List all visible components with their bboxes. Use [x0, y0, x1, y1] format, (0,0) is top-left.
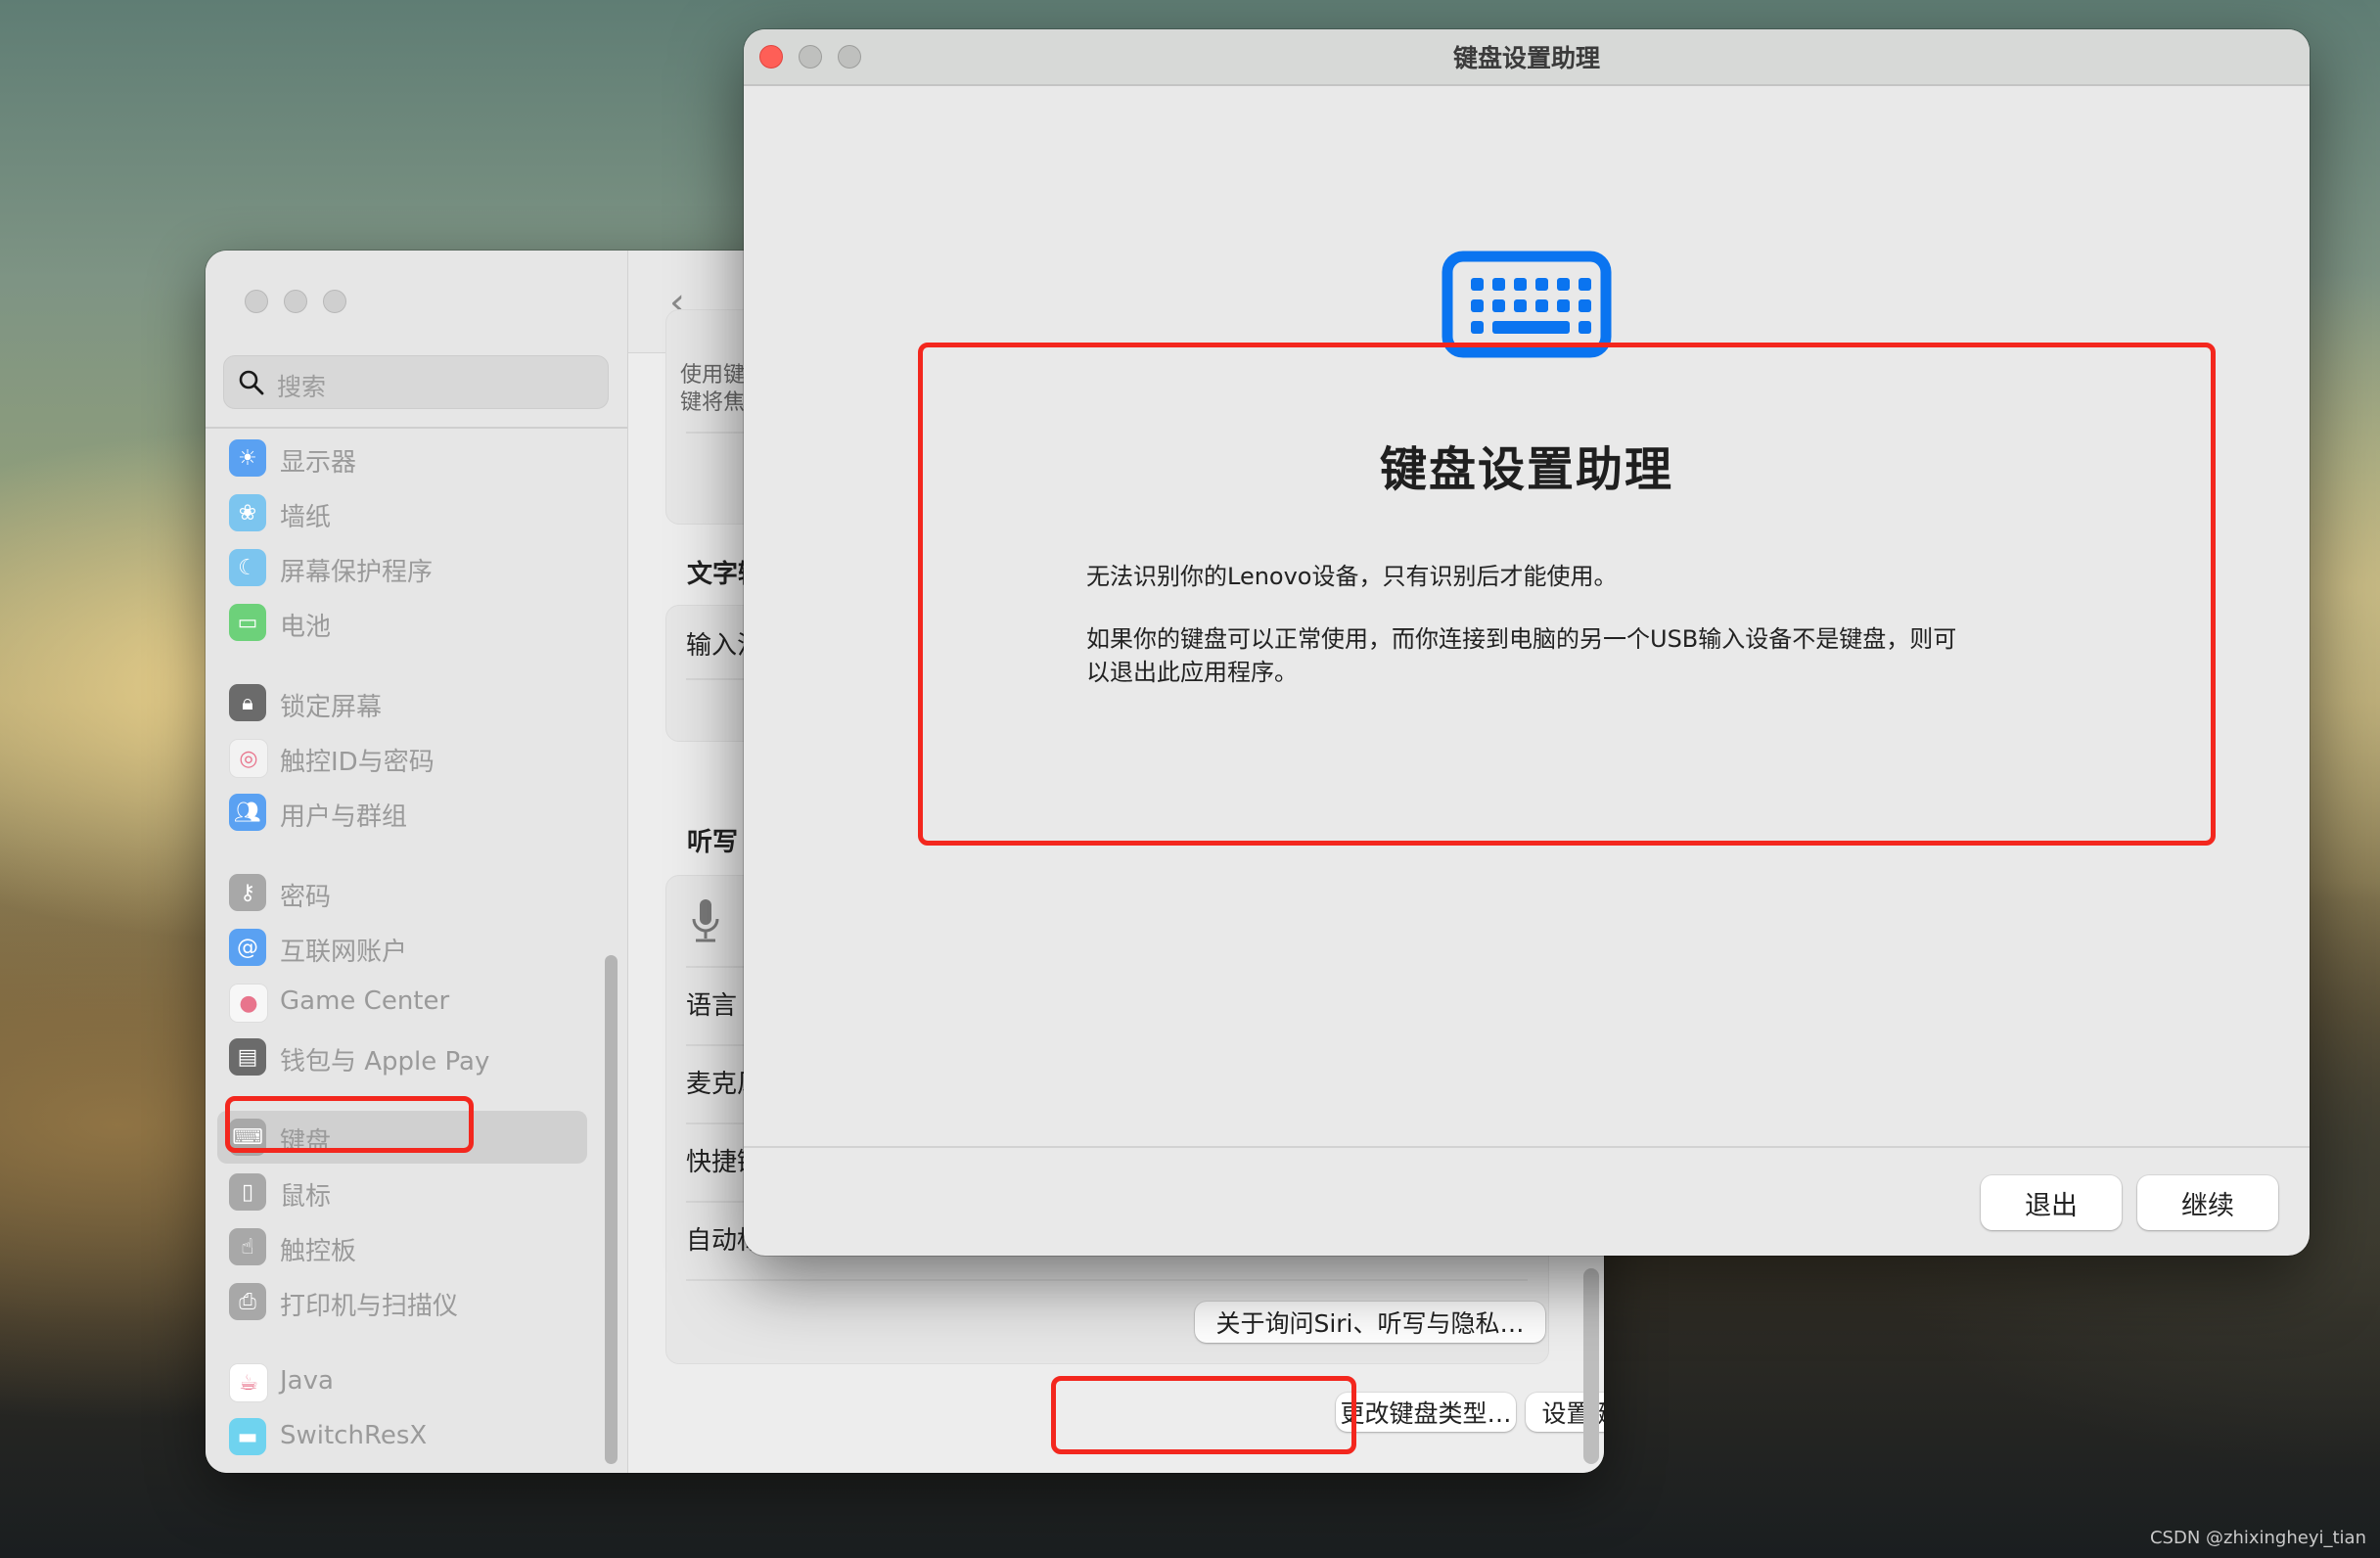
sidebar-item-label: 触控板	[280, 1237, 357, 1266]
sidebar-item-label: 墙纸	[280, 503, 332, 532]
sidebar-item-label: 键盘	[280, 1127, 332, 1157]
key-icon: ⚷	[229, 874, 266, 911]
sidebar-item[interactable]: @ 互联网账户	[217, 921, 591, 974]
mouse-icon: ▯	[229, 1173, 266, 1211]
game-center-icon: ●	[229, 984, 268, 1023]
printer-icon: ⎙	[229, 1283, 266, 1320]
sidebar-item-label: 锁定屏幕	[280, 693, 383, 722]
assistant-heading: 键盘设置助理	[1379, 442, 1673, 497]
sidebar-item-label: 电池	[280, 613, 332, 642]
fingerprint-icon: ◎	[229, 739, 268, 778]
key	[1471, 278, 1484, 291]
key	[1579, 321, 1591, 334]
sidebar-item[interactable]: ☝ 触控板	[217, 1220, 591, 1273]
sidebar-divider	[206, 427, 627, 429]
key	[1471, 321, 1484, 334]
partial-text-2: 键将焦	[680, 390, 746, 415]
key	[1514, 299, 1527, 312]
language-label: 语言	[686, 991, 738, 1021]
sidebar-item-label: 用户与群组	[280, 802, 408, 832]
sidebar-item[interactable]: ▭ 电池	[217, 596, 591, 649]
search-icon	[239, 370, 264, 395]
zoom-button[interactable]	[323, 290, 346, 313]
sidebar-item-label: SwitchResX	[280, 1421, 428, 1450]
sidebar-item-label: 触控ID与密码	[280, 748, 435, 777]
key	[1492, 299, 1505, 312]
title-bar: 键盘设置助理	[744, 29, 2310, 86]
key	[1579, 299, 1591, 312]
key	[1557, 299, 1570, 312]
sidebar-item[interactable]: ❀ 墙纸	[217, 486, 591, 539]
sidebar-item-label: 显示器	[280, 448, 357, 478]
change-keyboard-type-button[interactable]: 更改键盘类型…	[1336, 1393, 1516, 1432]
sidebar-item-label: Game Center	[280, 986, 450, 1016]
search-input[interactable]: 搜索	[223, 355, 609, 409]
battery-icon: ▭	[229, 604, 266, 641]
sidebar: 搜索 ☀ 显示器 ❀ 墙纸 ☾ 屏幕保护程序 ▭ 电池 🔒︎ 锁定屏幕 ◎ 触控ID与密码 👥︎ 用户与群…	[206, 251, 628, 1473]
window-title: 键盘设置助理	[1452, 44, 1600, 72]
key	[1535, 299, 1548, 312]
trackpad-icon: ☝	[229, 1228, 266, 1265]
sidebar-item[interactable]: ⌨ 键盘	[217, 1111, 587, 1164]
sidebar-item[interactable]: 👥︎ 用户与群组	[217, 786, 591, 839]
search-placeholder: 搜索	[277, 373, 327, 401]
java-icon: ☕	[229, 1363, 268, 1402]
screensaver-icon: ☾	[229, 549, 266, 586]
key	[1471, 299, 1484, 312]
minimize-button[interactable]	[284, 290, 307, 313]
key	[1514, 278, 1527, 291]
watermark: CSDN @zhixingheyi_tian	[2149, 1528, 2366, 1548]
continue-button[interactable]: 继续	[2137, 1175, 2278, 1230]
sidebar-item[interactable]: ▬ SwitchResX	[217, 1410, 591, 1463]
sidebar-item-label: 钱包与 Apple Pay	[280, 1047, 490, 1077]
key	[1492, 278, 1505, 291]
sidebar-item-label: 密码	[280, 883, 332, 912]
spacebar-key	[1492, 321, 1570, 334]
sidebar-item[interactable]: 🔒︎ 锁定屏幕	[217, 676, 591, 729]
users-icon: 👥︎	[229, 794, 266, 831]
sidebar-item[interactable]: ▯ 鼠标	[217, 1166, 591, 1218]
sidebar-item[interactable]: ☕ Java	[217, 1355, 591, 1408]
sidebar-item-label: 鼠标	[280, 1182, 332, 1212]
wallpaper-flower-icon: ❀	[229, 494, 266, 531]
sidebar-item-label: Java	[280, 1366, 334, 1396]
footer-divider	[744, 1146, 2310, 1148]
monitor-icon: ▬	[229, 1418, 266, 1455]
message-paragraph-2: 如果你的键盘可以正常使用，而你连接到电脑的另一个USB输入设备不是键盘，则可以退…	[1086, 625, 1957, 686]
key	[1535, 278, 1548, 291]
sidebar-item[interactable]: ⚷ 密码	[217, 866, 591, 919]
at-sign-icon: @	[229, 929, 266, 966]
microphone-icon	[692, 899, 719, 942]
lock-icon: 🔒︎	[229, 684, 266, 721]
sidebar-item[interactable]: ● Game Center	[217, 976, 591, 1029]
sidebar-item[interactable]: ◎ 触控ID与密码	[217, 731, 591, 784]
keyboard-setup-assistant-window: 键盘设置助理 键盘设置助理 无法识别你的Lenovo设备，只有识别后才能使用。 …	[744, 29, 2310, 1256]
display-brightness-icon: ☀	[229, 439, 266, 477]
close-button[interactable]	[245, 290, 268, 313]
sidebar-item[interactable]: ☀ 显示器	[217, 432, 591, 484]
sidebar-item-label: 互联网账户	[280, 938, 408, 967]
about-siri-privacy-button[interactable]: 关于询问Siri、听写与隐私…	[1195, 1302, 1545, 1343]
key	[1557, 278, 1570, 291]
sidebar-item-label: 屏幕保护程序	[280, 558, 434, 587]
sidebar-item[interactable]: ☾ 屏幕保护程序	[217, 541, 591, 594]
sidebar-item-label: 打印机与扫描仪	[280, 1292, 459, 1321]
keyboard-icon: ⌨	[229, 1119, 266, 1156]
sidebar-scrollbar[interactable]	[605, 955, 618, 1464]
wallet-icon: ▤	[229, 1038, 266, 1076]
quit-button[interactable]: 退出	[1981, 1175, 2122, 1230]
message-paragraph-1: 无法识别你的Lenovo设备，只有识别后才能使用。	[1086, 563, 1618, 590]
row-divider	[686, 1279, 1528, 1281]
keyboard-icon	[1442, 251, 1612, 358]
content-scrollbar[interactable]	[1583, 1268, 1599, 1464]
sidebar-item[interactable]: ▤ 钱包与 Apple Pay	[217, 1031, 591, 1083]
sidebar-item[interactable]: ⎙ 打印机与扫描仪	[217, 1275, 591, 1328]
section-dictation-title: 听写	[687, 828, 739, 857]
key	[1579, 278, 1591, 291]
